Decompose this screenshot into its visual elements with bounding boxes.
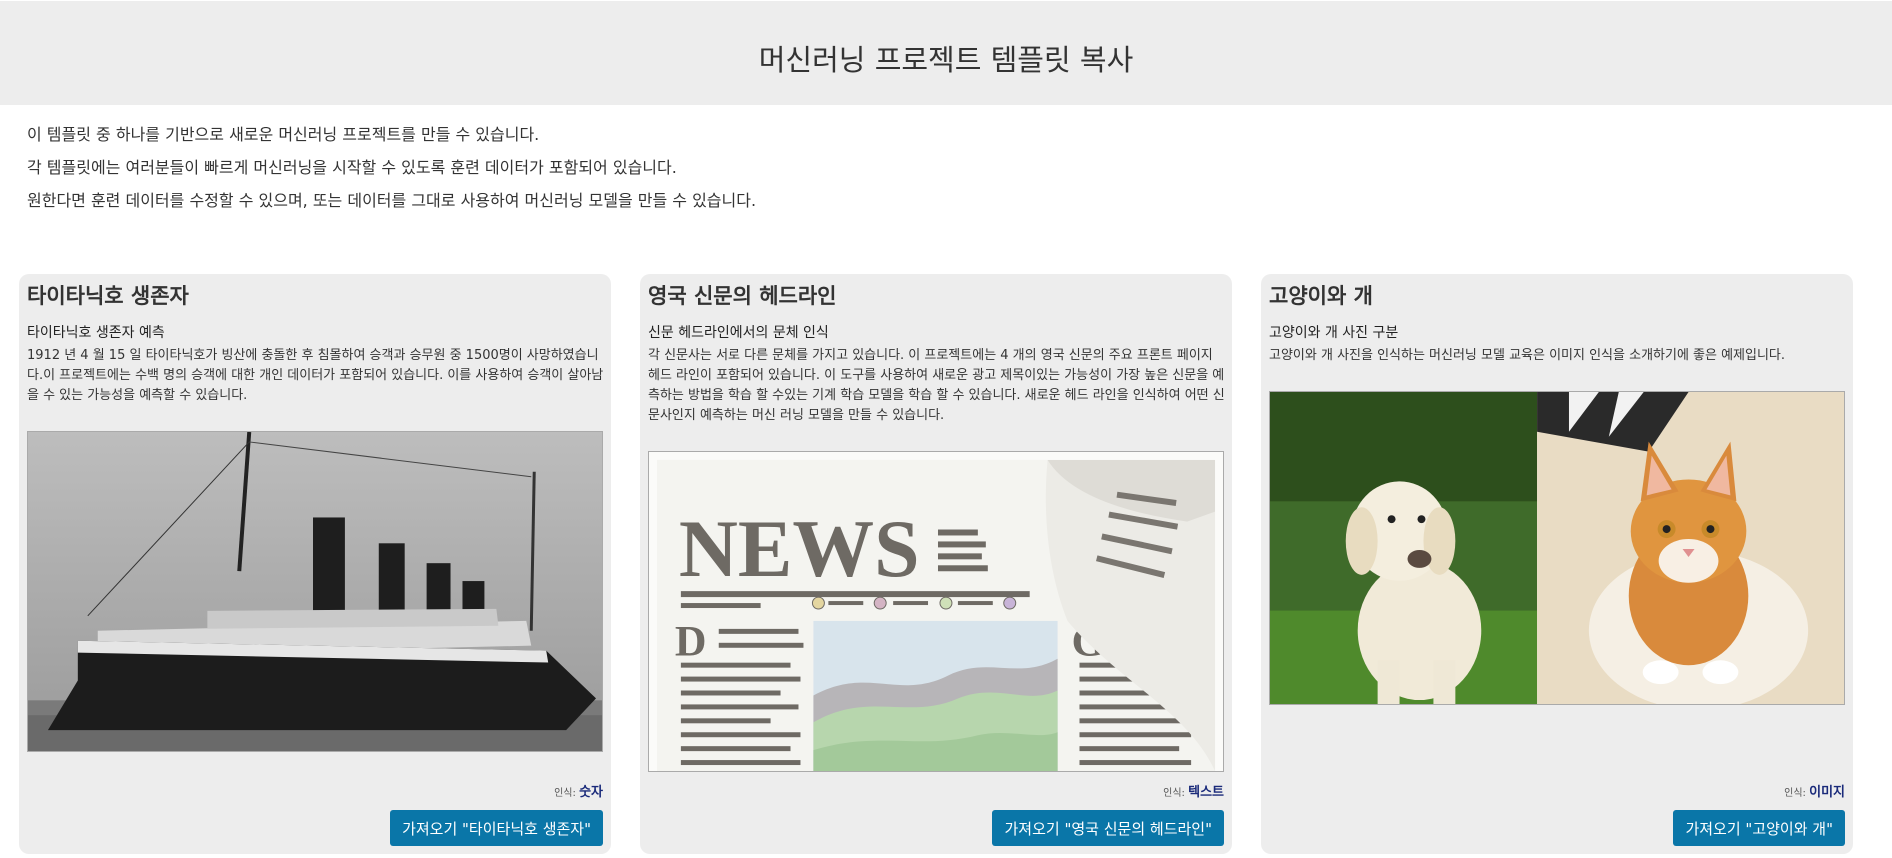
card-description: 고양이와 개 사진을 인식하는 머신러닝 모델 교육은 이미지 인식을 소개하기… xyxy=(1269,348,1786,363)
page-header: 머신러닝 프로젝트 템플릿 복사 xyxy=(0,1,1892,105)
template-card-newspaper: 영국 신문의 헤드라인 신문 헤드라인에서의 문체 인식 각 신문사는 서로 다… xyxy=(640,274,1232,854)
page-title: 머신러닝 프로젝트 템플릿 복사 xyxy=(758,43,1134,77)
recognition-label: 인식: xyxy=(554,788,576,799)
newspaper-image: NEWS D G xyxy=(648,451,1224,772)
recognition-type: 숫자 xyxy=(579,785,603,800)
cats-dogs-image xyxy=(1269,391,1845,705)
news-letter-d: D xyxy=(675,618,707,666)
template-card-cats-dogs: 고양이와 개 고양이와 개 사진 구분 고양이와 개 사진을 인식하는 머신러닝… xyxy=(1261,274,1853,854)
intro-line-3: 원한다면 훈련 데이터를 수정할 수 있으며, 또는 데이터를 그대로 사용하여… xyxy=(27,191,757,210)
card-subtitle: 신문 헤드라인에서의 문체 인식 xyxy=(648,325,829,341)
template-card-titanic: 타이타닉호 생존자 타이타닉호 생존자 예측 1912 년 4 월 15 일 타… xyxy=(19,274,611,854)
news-text: NEWS xyxy=(679,503,920,594)
card-description: 1912 년 4 월 15 일 타이타닉호가 빙산에 충돌한 후 침몰하여 승객… xyxy=(27,348,604,403)
card-title: 타이타닉호 생존자 xyxy=(27,284,189,308)
card-subtitle: 고양이와 개 사진 구분 xyxy=(1269,325,1399,341)
recognition-type: 이미지 xyxy=(1809,785,1845,800)
recognition-info: 인식: 숫자 xyxy=(554,781,603,800)
recognition-info: 인식: 이미지 xyxy=(1784,781,1845,800)
card-subtitle: 타이타닉호 생존자 예측 xyxy=(27,325,165,341)
intro-section: 이 템플릿 중 하나를 기반으로 새로운 머신러닝 프로젝트를 만들 수 있습니… xyxy=(0,105,1892,210)
card-title: 영국 신문의 헤드라인 xyxy=(648,284,837,308)
import-cats-dogs-button[interactable]: 가져오기 "고양이와 개" xyxy=(1673,810,1845,846)
recognition-type: 텍스트 xyxy=(1188,785,1224,800)
intro-line-2: 각 템플릿에는 여러분들이 빠르게 머신러닝을 시작할 수 있도록 훈련 데이터… xyxy=(27,158,677,177)
recognition-info: 인식: 텍스트 xyxy=(1163,781,1224,800)
titanic-ship-image xyxy=(27,431,603,752)
card-description: 각 신문사는 서로 다른 문체를 가지고 있습니다. 이 프로젝트에는 4 개의… xyxy=(648,348,1225,423)
import-titanic-button[interactable]: 가져오기 "타이타닉호 생존자" xyxy=(390,810,603,846)
import-newspaper-button[interactable]: 가져오기 "영국 신문의 헤드라인" xyxy=(992,810,1224,846)
recognition-label: 인식: xyxy=(1784,788,1806,799)
card-title: 고양이와 개 xyxy=(1269,284,1373,308)
template-cards: 타이타닉호 생존자 타이타닉호 생존자 예측 1912 년 4 월 15 일 타… xyxy=(19,274,1853,854)
recognition-label: 인식: xyxy=(1163,788,1185,799)
intro-line-1: 이 템플릿 중 하나를 기반으로 새로운 머신러닝 프로젝트를 만들 수 있습니… xyxy=(27,125,540,144)
